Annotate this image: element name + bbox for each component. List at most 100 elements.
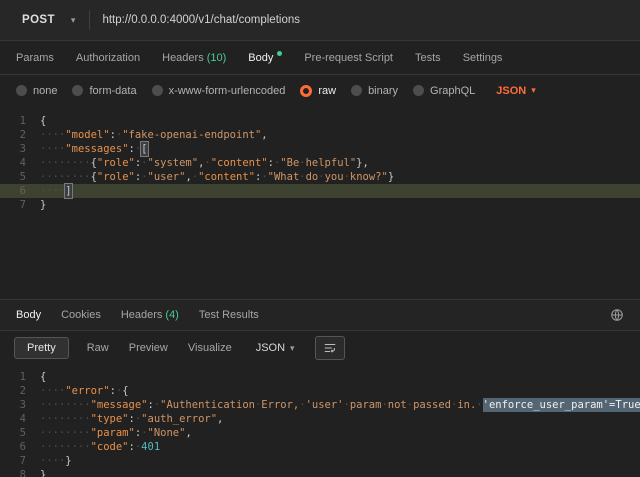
code-line[interactable]: 1{	[0, 370, 640, 384]
code-token: }	[65, 454, 71, 468]
response-body-editor[interactable]: 1{2····"error":·{3········"message":·"Au…	[0, 365, 640, 477]
code-token: you	[325, 170, 344, 184]
code-token: },	[356, 156, 369, 170]
code-token: "error"	[65, 384, 109, 398]
code-line[interactable]: 4········"type":·"auth_error",	[0, 412, 640, 426]
line-number: 4	[0, 412, 40, 426]
body-mode-graphql[interactable]: GraphQL	[413, 85, 475, 97]
line-number: 4	[0, 156, 40, 170]
body-mode-list: none form-data x-www-form-urlencoded raw bin…	[16, 85, 475, 97]
whitespace-dots: ········	[40, 398, 91, 412]
tab-body[interactable]: Body	[248, 51, 282, 64]
response-tabs: Body Cookies Headers(4) Test Results	[0, 299, 640, 331]
request-url-bar: POST ▾ http://0.0.0.0:4000/v1/chat/compl…	[0, 0, 640, 41]
line-number: 6	[0, 184, 40, 198]
code-line[interactable]: 7····}	[0, 454, 640, 468]
line-number: 2	[0, 384, 40, 398]
code-token: [	[141, 142, 147, 156]
code-token: passed	[413, 398, 451, 412]
postman-app: POST ▾ http://0.0.0.0:4000/v1/chat/compl…	[0, 0, 640, 477]
radio-icon	[413, 85, 424, 96]
code-token: ,	[185, 426, 191, 440]
globe-icon[interactable]	[610, 308, 624, 322]
code-line[interactable]: 3····"messages":·[	[0, 142, 640, 156]
tab-authorization[interactable]: Authorization	[76, 52, 140, 64]
tab-params[interactable]: Params	[16, 52, 54, 64]
code-token: "type"	[91, 412, 129, 426]
tab-pre-request-script-label: Pre-request Script	[304, 52, 393, 64]
whitespace-dots: ····	[40, 128, 65, 142]
code-token: "fake-openai-endpoint"	[122, 128, 261, 142]
code-token: ,	[217, 412, 223, 426]
line-number: 5	[0, 170, 40, 184]
response-tab-test-results-label: Test Results	[199, 309, 259, 321]
whitespace-dots: ········	[40, 440, 91, 454]
response-tab-headers[interactable]: Headers(4)	[121, 309, 179, 321]
code-token: do	[306, 170, 319, 184]
code-line[interactable]: 8}	[0, 468, 640, 477]
code-token: know?"	[350, 170, 388, 184]
code-token: }	[40, 468, 46, 477]
method-dropdown[interactable]: POST ▾	[10, 8, 83, 32]
tab-settings[interactable]: Settings	[463, 52, 503, 64]
view-mode-visualize[interactable]: Visualize	[186, 337, 234, 359]
code-token: "code"	[91, 440, 129, 454]
radio-icon	[72, 85, 83, 96]
response-tab-list: Body Cookies Headers(4) Test Results	[16, 309, 259, 321]
line-number: 2	[0, 128, 40, 142]
code-line[interactable]: 5········{"role":·"user",·"content":·"Wh…	[0, 170, 640, 184]
url-input[interactable]: http://0.0.0.0:4000/v1/chat/completions	[102, 14, 630, 26]
code-token: "Be	[280, 156, 299, 170]
code-token: 'enforce_user_param'=True"	[483, 398, 640, 412]
tab-headers[interactable]: Headers(10)	[162, 52, 226, 64]
body-mode-x-www-form-urlencoded[interactable]: x-www-form-urlencoded	[152, 85, 286, 97]
wrap-text-icon[interactable]	[315, 336, 345, 360]
body-mode-none[interactable]: none	[16, 85, 57, 97]
code-line[interactable]: 6····]	[0, 184, 640, 198]
code-token: "role"	[97, 156, 135, 170]
response-language-label: JSON	[256, 342, 285, 354]
view-mode-raw[interactable]: Raw	[85, 337, 111, 359]
response-tab-test-results[interactable]: Test Results	[199, 309, 259, 321]
code-line[interactable]: 3········"message":·"Authentication·Erro…	[0, 398, 640, 412]
tab-headers-label: Headers	[162, 52, 204, 64]
tab-tests[interactable]: Tests	[415, 52, 441, 64]
radio-icon	[16, 85, 27, 96]
code-token: 'user'	[306, 398, 344, 412]
tab-authorization-label: Authorization	[76, 52, 140, 64]
body-mode-binary-label: binary	[368, 85, 398, 97]
code-line[interactable]: 6········"code":·401	[0, 440, 640, 454]
body-mode-graphql-label: GraphQL	[430, 85, 475, 97]
body-mode-row: none form-data x-www-form-urlencoded raw bin…	[0, 75, 640, 106]
code-line[interactable]: 1{	[0, 114, 640, 128]
line-number: 5	[0, 426, 40, 440]
code-token: "content"	[198, 170, 255, 184]
body-language-dropdown[interactable]: JSON ▾	[496, 85, 536, 97]
code-line[interactable]: 7}	[0, 198, 640, 212]
radio-icon	[300, 85, 312, 97]
response-language-dropdown[interactable]: JSON ▾	[256, 342, 295, 354]
response-view-modes: Pretty Raw Preview Visualize	[14, 337, 234, 359]
response-tab-body[interactable]: Body	[16, 309, 41, 321]
line-number: 1	[0, 370, 40, 384]
code-line[interactable]: 4········{"role":·"system",·"content":·"…	[0, 156, 640, 170]
response-toolbar: Pretty Raw Preview Visualize JSON ▾	[0, 331, 640, 365]
body-mode-raw-label: raw	[318, 85, 336, 97]
code-token: {	[40, 114, 46, 128]
body-mode-binary[interactable]: binary	[351, 85, 398, 97]
code-token: }	[388, 170, 394, 184]
response-tab-body-label: Body	[16, 309, 41, 321]
tab-pre-request-script[interactable]: Pre-request Script	[304, 52, 393, 64]
body-mode-form-data[interactable]: form-data	[72, 85, 136, 97]
code-line[interactable]: 5········"param":·"None",	[0, 426, 640, 440]
code-line[interactable]: 2····"model":·"fake-openai-endpoint",	[0, 128, 640, 142]
response-tab-cookies[interactable]: Cookies	[61, 309, 101, 321]
code-token: "auth_error"	[141, 412, 217, 426]
request-body-editor[interactable]: 1{2····"model":·"fake-openai-endpoint",3…	[0, 106, 640, 299]
code-line[interactable]: 2····"error":·{	[0, 384, 640, 398]
body-mode-raw[interactable]: raw	[300, 85, 336, 97]
view-mode-pretty[interactable]: Pretty	[14, 337, 69, 359]
view-mode-preview[interactable]: Preview	[127, 337, 170, 359]
method-label: POST	[22, 14, 55, 26]
whitespace-dots: ····	[40, 384, 65, 398]
